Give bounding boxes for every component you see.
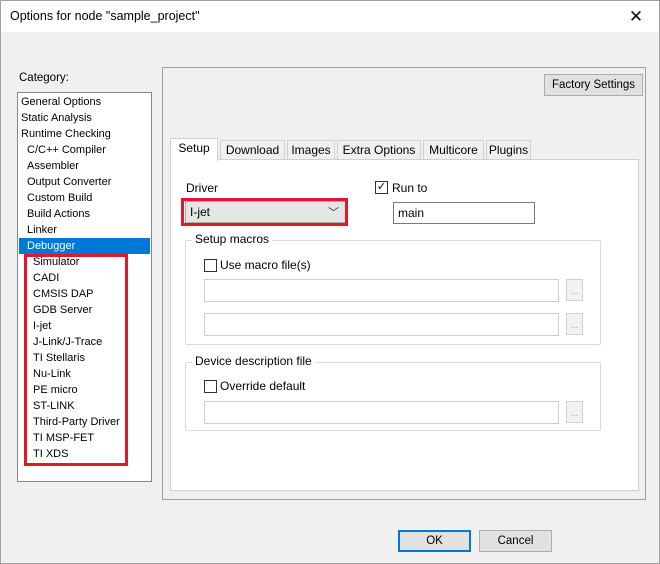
category-item-general-options[interactable]: General Options	[19, 94, 150, 110]
tab-download[interactable]: Download	[220, 140, 285, 160]
chevron-down-icon: ﹀	[328, 207, 339, 219]
category-item-jlink-jtrace[interactable]: J-Link/J-Trace	[19, 334, 150, 350]
category-item-build-actions[interactable]: Build Actions	[19, 206, 150, 222]
category-item-ti-stellaris[interactable]: TI Stellaris	[19, 350, 150, 366]
window-title: Options for node "sample_project"	[10, 9, 200, 23]
use-macro-checkbox[interactable]	[204, 259, 217, 272]
category-item-gdb-server[interactable]: GDB Server	[19, 302, 150, 318]
macro-browse-button-1[interactable]: ...	[566, 279, 583, 301]
title-bar: Options for node "sample_project" ✕	[1, 1, 659, 32]
category-item-custom-build[interactable]: Custom Build	[19, 190, 150, 206]
category-item-cadi[interactable]: CADI	[19, 270, 150, 286]
checkmark-icon: ✓	[376, 181, 387, 193]
category-list[interactable]: General Options Static Analysis Runtime …	[17, 92, 152, 482]
category-item-st-link[interactable]: ST-LINK	[19, 398, 150, 414]
category-item-runtime-checking[interactable]: Runtime Checking	[19, 126, 150, 142]
close-icon: ✕	[628, 6, 644, 26]
tab-images[interactable]: Images	[287, 140, 335, 160]
tab-extra-options[interactable]: Extra Options	[337, 140, 421, 160]
tab-multicore[interactable]: Multicore	[423, 140, 484, 160]
tab-plugins[interactable]: Plugins	[486, 140, 531, 160]
override-default-label: Override default	[220, 379, 306, 393]
category-item-ti-msp-fet[interactable]: TI MSP-FET	[19, 430, 150, 446]
run-to-checkbox[interactable]: ✓	[375, 181, 388, 194]
category-label: Category:	[19, 72, 69, 84]
run-to-input[interactable]: main	[393, 202, 535, 224]
macro-file-input-1[interactable]	[204, 279, 559, 302]
category-item-pe-micro[interactable]: PE micro	[19, 382, 150, 398]
macro-file-input-2[interactable]	[204, 313, 559, 336]
device-description-browse-button[interactable]: ...	[566, 401, 583, 423]
device-description-input[interactable]	[204, 401, 559, 424]
category-item-i-jet[interactable]: I-jet	[19, 318, 150, 334]
factory-settings-button[interactable]: Factory Settings	[544, 74, 643, 96]
category-item-nu-link[interactable]: Nu-Link	[19, 366, 150, 382]
category-item-output-converter[interactable]: Output Converter	[19, 174, 150, 190]
run-to-label: Run to	[392, 181, 428, 195]
category-item-linker[interactable]: Linker	[19, 222, 150, 238]
category-item-c-cpp-compiler[interactable]: C/C++ Compiler	[19, 142, 150, 158]
driver-select[interactable]: I-jet ﹀	[185, 201, 346, 223]
category-item-cmsis-dap[interactable]: CMSIS DAP	[19, 286, 150, 302]
options-dialog: Options for node "sample_project" ✕ Cate…	[0, 0, 660, 564]
close-button[interactable]: ✕	[613, 1, 659, 32]
device-description-title: Device description file	[192, 354, 315, 368]
category-item-ti-xds[interactable]: TI XDS	[19, 446, 150, 462]
category-item-debugger[interactable]: Debugger	[19, 238, 150, 254]
use-macro-label: Use macro file(s)	[220, 258, 311, 272]
cancel-button[interactable]: Cancel	[479, 530, 552, 552]
override-default-checkbox[interactable]	[204, 380, 217, 393]
tab-setup[interactable]: Setup	[170, 138, 218, 161]
ok-button[interactable]: OK	[398, 530, 471, 552]
macro-browse-button-2[interactable]: ...	[566, 313, 583, 335]
category-item-simulator[interactable]: Simulator	[19, 254, 150, 270]
setup-macros-title: Setup macros	[192, 232, 273, 246]
category-item-assembler[interactable]: Assembler	[19, 158, 150, 174]
driver-label: Driver	[186, 181, 218, 195]
driver-select-value: I-jet	[190, 205, 211, 219]
category-item-static-analysis[interactable]: Static Analysis	[19, 110, 150, 126]
category-item-third-party-driver[interactable]: Third-Party Driver	[19, 414, 150, 430]
